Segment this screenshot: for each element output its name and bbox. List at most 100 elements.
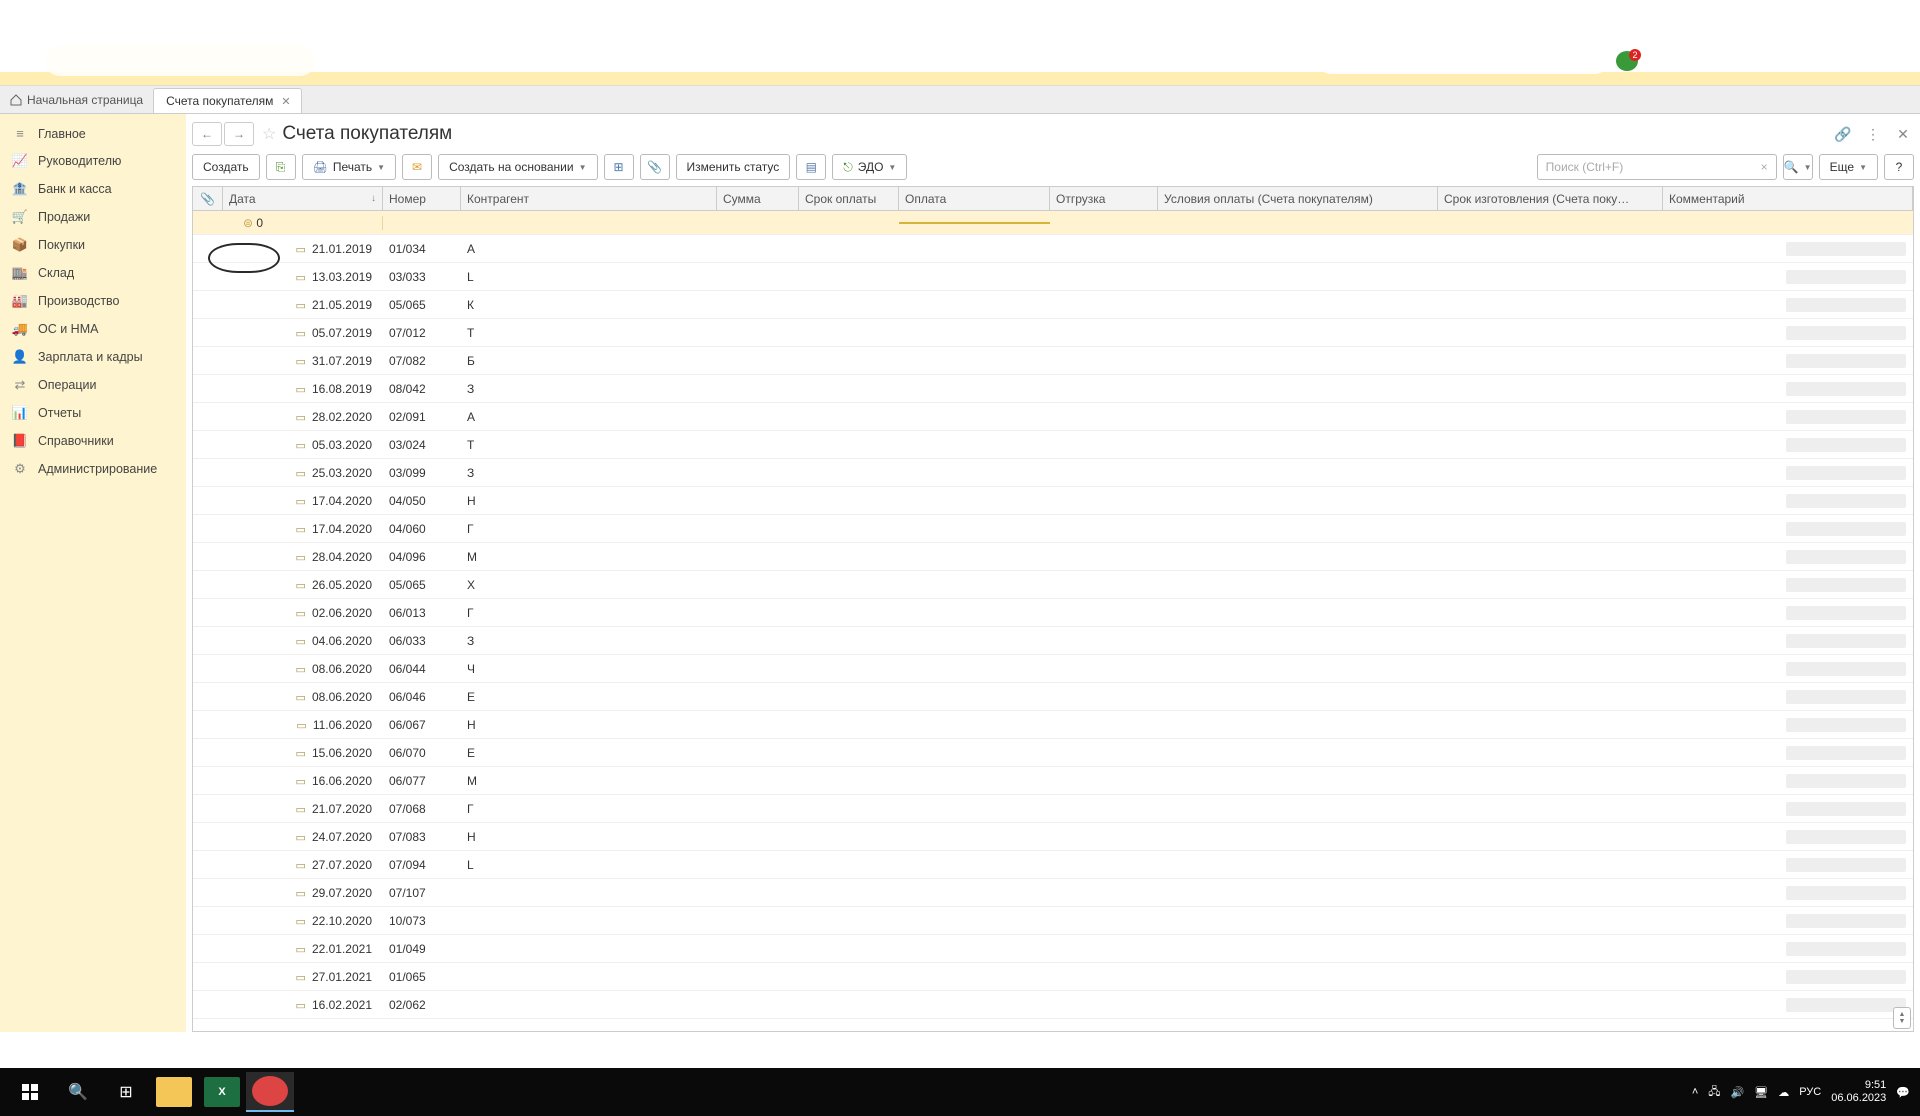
table-row[interactable]: ▭21.07.202007/068Г — [193, 795, 1913, 823]
col-make-due[interactable]: Срок изготовления (Счета поку… — [1438, 187, 1663, 210]
table-row[interactable]: ▭17.04.202004/060Г — [193, 515, 1913, 543]
list-button[interactable]: ▤ — [796, 154, 826, 180]
table-row[interactable]: ▭17.04.202004/050Н — [193, 487, 1913, 515]
more-button[interactable]: Еще▼ — [1819, 154, 1878, 180]
print-button[interactable]: 🖨Печать▼ — [302, 154, 396, 180]
table-row[interactable]: ▭31.07.201907/082Б — [193, 347, 1913, 375]
col-contractor[interactable]: Контрагент — [461, 187, 717, 210]
home-icon — [10, 94, 22, 106]
link-icon[interactable]: 🔗 — [1832, 123, 1854, 145]
system-tray[interactable]: ˄ 🖧 🔊 🖥 ☁ РУС 9:51 06.06.2023 💬 — [1692, 1079, 1914, 1105]
tray-onedrive-icon[interactable]: ☁ — [1778, 1086, 1789, 1099]
col-date[interactable]: Дата↓ — [223, 187, 383, 210]
table-row[interactable]: ▭27.01.202101/065 — [193, 963, 1913, 991]
table-row[interactable]: ▭05.03.202003/024Т — [193, 431, 1913, 459]
col-conditions[interactable]: Условия оплаты (Счета покупателям) — [1158, 187, 1438, 210]
scroll-buttons[interactable]: ▲▼ — [1893, 1007, 1911, 1029]
filter-input[interactable]: Поиск (Ctrl+F)× — [1537, 154, 1777, 180]
create-based-button[interactable]: Создать на основании▼ — [438, 154, 597, 180]
excel-icon[interactable]: X — [198, 1072, 246, 1112]
col-shipment[interactable]: Отгрузка — [1050, 187, 1158, 210]
table-row[interactable]: ▭16.02.202102/062 — [193, 991, 1913, 1019]
clear-filter-icon[interactable]: × — [1761, 160, 1768, 174]
col-payment-due[interactable]: Срок оплаты — [799, 187, 899, 210]
table-row[interactable]: ▭28.04.202004/096М — [193, 543, 1913, 571]
table-row[interactable]: ▭28.02.202002/091А — [193, 403, 1913, 431]
table-row[interactable]: ▭13.03.201903/033L — [193, 263, 1913, 291]
taskbar-search-icon[interactable]: 🔍 — [54, 1072, 102, 1112]
tray-clock[interactable]: 9:51 06.06.2023 — [1831, 1079, 1886, 1105]
sidebar-item-1[interactable]: 📈Руководителю — [0, 147, 186, 175]
table-row[interactable]: ▭27.07.202007/094L — [193, 851, 1913, 879]
table-row[interactable]: ▭25.03.202003/099З — [193, 459, 1913, 487]
col-attachment[interactable]: 📎 — [193, 187, 223, 210]
table-body[interactable]: ▭21.01.201901/034А▭13.03.201903/033L▭21.… — [193, 235, 1913, 1031]
col-payment[interactable]: Оплата — [899, 187, 1050, 210]
filter-date-cell[interactable]: ⊜ 0 — [223, 216, 383, 230]
table-row[interactable]: ▭05.07.201907/012Т — [193, 319, 1913, 347]
col-number[interactable]: Номер — [383, 187, 461, 210]
sidebar-item-4[interactable]: 📦Покупки — [0, 231, 186, 259]
sidebar-item-8[interactable]: 👤Зарплата и кадры — [0, 343, 186, 371]
tray-volume-icon[interactable]: 🔊 — [1731, 1086, 1745, 1099]
document-icon: ▭ — [296, 916, 306, 928]
create-button[interactable]: Создать — [192, 154, 260, 180]
tray-lang[interactable]: РУС — [1799, 1086, 1821, 1098]
bookmark-star-icon[interactable]: ☆ — [262, 124, 276, 144]
sidebar-item-7[interactable]: 🚚ОС и НМА — [0, 315, 186, 343]
sidebar-item-0[interactable]: ≡Главное — [0, 120, 186, 147]
table-row[interactable]: ▭15.06.202006/070Е — [193, 739, 1913, 767]
copy-button[interactable]: ⎘ — [266, 154, 296, 180]
kebab-icon[interactable]: ⋮ — [1862, 123, 1884, 145]
table-row[interactable]: ▭02.06.202006/013Г — [193, 599, 1913, 627]
table-row[interactable]: ▭22.01.202101/049 — [193, 935, 1913, 963]
tab-close-icon[interactable]: ✕ — [281, 95, 290, 108]
table-header: 📎 Дата↓ Номер Контрагент Сумма Срок опла… — [193, 187, 1913, 211]
filter-payment-cell-active[interactable] — [899, 222, 1050, 224]
tab-active[interactable]: Счета покупателям ✕ — [153, 88, 302, 113]
tray-network-icon[interactable]: 🖧 — [1708, 1083, 1720, 1102]
attach-button[interactable]: 📎 — [640, 154, 670, 180]
sidebar-item-9[interactable]: ⇄Операции — [0, 371, 186, 399]
table-row[interactable]: ▭08.06.202006/046Е — [193, 683, 1913, 711]
nav-forward-button[interactable]: → — [224, 122, 254, 146]
file-explorer-icon[interactable] — [150, 1072, 198, 1112]
table-row[interactable]: ▭29.07.202007/107 — [193, 879, 1913, 907]
col-sum[interactable]: Сумма — [717, 187, 799, 210]
tree-button[interactable]: ⊞ — [604, 154, 634, 180]
section-close-icon[interactable]: ✕ — [1892, 123, 1914, 145]
tray-display-icon[interactable]: 🖥 — [1754, 1086, 1768, 1099]
table-row[interactable]: ▭21.01.201901/034А — [193, 235, 1913, 263]
table-row[interactable]: ▭16.08.201908/042З — [193, 375, 1913, 403]
sidebar-item-3[interactable]: 🛒Продажи — [0, 203, 186, 231]
table-row[interactable]: ▭21.05.201905/065К — [193, 291, 1913, 319]
sidebar-item-6[interactable]: 🏭Производство — [0, 287, 186, 315]
edo-button[interactable]: ⎋ЭДО▼ — [832, 154, 907, 180]
sidebar-item-12[interactable]: ⚙Администрирование — [0, 455, 186, 483]
col-comment[interactable]: Комментарий — [1663, 187, 1913, 210]
search-button[interactable]: 🔍▼ — [1783, 154, 1813, 180]
table-row[interactable]: ▭04.06.202006/033З — [193, 627, 1913, 655]
table-row[interactable]: ▭22.10.202010/073 — [193, 907, 1913, 935]
start-button[interactable] — [6, 1072, 54, 1112]
nav-back-button[interactable]: ← — [192, 122, 222, 146]
envelope-button[interactable]: ✉ — [402, 154, 432, 180]
tab-home[interactable]: Начальная страница — [0, 86, 153, 113]
table-row[interactable]: ▭26.05.202005/065Х — [193, 571, 1913, 599]
sidebar-item-2[interactable]: 🏦Банк и касса — [0, 175, 186, 203]
sidebar-item-10[interactable]: 📊Отчеты — [0, 399, 186, 427]
table-filter-row[interactable]: ⊜ 0 — [193, 211, 1913, 235]
table-row[interactable]: ▭08.06.202006/044Ч — [193, 655, 1913, 683]
status-chip[interactable]: 2 — [1616, 51, 1638, 71]
table-row[interactable]: ▭24.07.202007/083Н — [193, 823, 1913, 851]
sidebar-item-5[interactable]: 🏬Склад — [0, 259, 186, 287]
table-row[interactable]: ▭16.06.202006/077М — [193, 767, 1913, 795]
tray-chevron-icon[interactable]: ˄ — [1692, 1086, 1698, 1098]
table-row[interactable]: ▭11.06.202006/067Н — [193, 711, 1913, 739]
1c-app-icon[interactable] — [246, 1072, 294, 1112]
sidebar-item-11[interactable]: 📕Справочники — [0, 427, 186, 455]
change-status-button[interactable]: Изменить статус — [676, 154, 791, 180]
task-view-icon[interactable]: ⊞ — [102, 1072, 150, 1112]
help-button[interactable]: ? — [1884, 154, 1914, 180]
tray-notifications-icon[interactable]: 💬 — [1896, 1086, 1910, 1099]
